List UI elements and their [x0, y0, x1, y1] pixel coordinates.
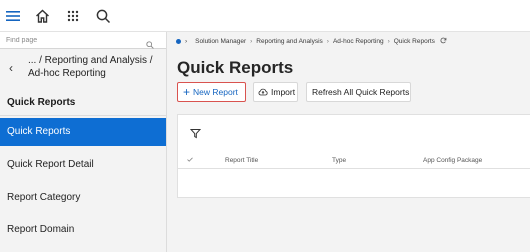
- top-bar: [0, 0, 530, 32]
- search-icon[interactable]: [93, 6, 113, 26]
- main-content: › Solution Manager › Reporting and Analy…: [167, 32, 530, 252]
- cloud-upload-icon: [258, 88, 268, 96]
- breadcrumb-item-solution-manager[interactable]: Solution Manager: [195, 38, 246, 45]
- table-header: Report Title Type App Config Package: [178, 153, 530, 169]
- import-button[interactable]: Import: [253, 82, 298, 102]
- breadcrumb-separator: ›: [250, 38, 253, 45]
- column-header-type[interactable]: Type: [332, 157, 346, 164]
- divider: [0, 115, 166, 116]
- sidebar-item-report-domain[interactable]: Report Domain: [0, 216, 166, 244]
- breadcrumb: › Solution Manager › Reporting and Analy…: [176, 37, 447, 46]
- find-page-field: [0, 32, 166, 49]
- column-header-app-config-package[interactable]: App Config Package: [423, 157, 482, 164]
- sidebar-item-quick-report-detail[interactable]: Quick Report Detail: [0, 151, 166, 179]
- reports-table-panel: Report Title Type App Config Package: [177, 114, 530, 198]
- find-page-input[interactable]: [6, 34, 141, 47]
- home-icon[interactable]: [32, 6, 52, 26]
- import-label: Import: [271, 87, 296, 97]
- page-title: Quick Reports: [177, 58, 294, 77]
- sidebar-item-report-category[interactable]: Report Category: [0, 184, 166, 212]
- sidebar-section-title: Quick Reports: [7, 97, 76, 108]
- filter-icon[interactable]: [189, 126, 202, 144]
- breadcrumb-separator: ›: [185, 38, 188, 45]
- select-all-check-icon[interactable]: [187, 157, 193, 164]
- menu-icon[interactable]: [3, 6, 23, 26]
- new-report-label: New Report: [193, 87, 238, 97]
- breadcrumb-item-reporting-and-analysis[interactable]: Reporting and Analysis: [256, 38, 323, 45]
- breadcrumb-separator: ›: [326, 38, 329, 45]
- refresh-icon[interactable]: [440, 37, 447, 46]
- breadcrumb-item-quick-reports: Quick Reports: [393, 38, 435, 45]
- sidebar-breadcrumb-text: ... / Reporting and Analysis / Ad-hoc Re…: [28, 55, 153, 79]
- apps-grid-icon[interactable]: [63, 6, 83, 26]
- home-dot-icon[interactable]: [176, 39, 181, 44]
- refresh-all-quick-reports-button[interactable]: Refresh All Quick Reports: [306, 82, 411, 102]
- column-header-report-title[interactable]: Report Title: [225, 157, 258, 164]
- plus-icon: +: [183, 85, 191, 99]
- refresh-all-label: Refresh All Quick Reports: [312, 87, 410, 97]
- sidebar-breadcrumb[interactable]: ‹ ... / Reporting and Analysis / Ad-hoc …: [0, 49, 166, 87]
- new-report-button[interactable]: + New Report: [177, 82, 246, 102]
- sidebar-item-quick-reports[interactable]: Quick Reports: [0, 118, 166, 146]
- chevron-left-icon[interactable]: ‹: [9, 61, 13, 75]
- breadcrumb-separator: ›: [387, 38, 390, 45]
- breadcrumb-item-ad-hoc-reporting[interactable]: Ad-hoc Reporting: [333, 38, 384, 45]
- sidebar: ‹ ... / Reporting and Analysis / Ad-hoc …: [0, 32, 167, 252]
